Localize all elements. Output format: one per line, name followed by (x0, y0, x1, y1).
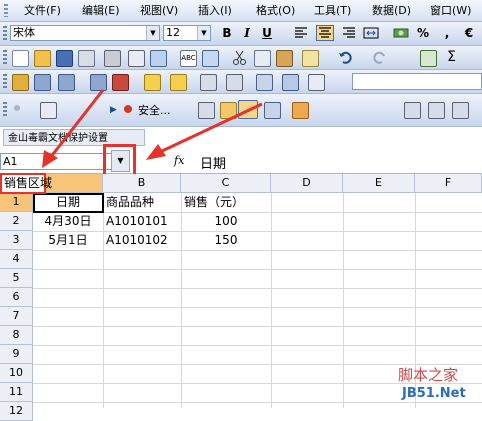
watermark-url: JB51.Net (402, 386, 466, 401)
annotation-arrows (42, 89, 263, 168)
arrow-to-namebox (48, 89, 105, 159)
arrow-head (146, 144, 166, 160)
arrow-to-dropdown (159, 102, 263, 154)
watermark-text: 脚本之家 (398, 366, 459, 384)
